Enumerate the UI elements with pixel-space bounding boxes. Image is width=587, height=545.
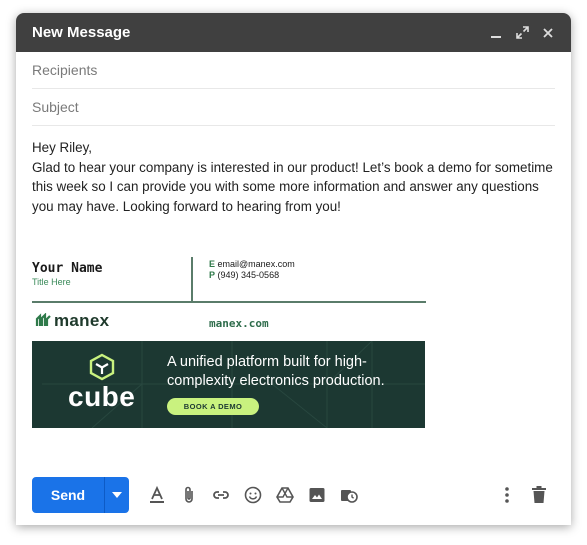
formatting-tools xyxy=(141,479,365,511)
subject-input[interactable] xyxy=(32,99,555,115)
signature-contact: E email@manex.com P (949) 345-0568 xyxy=(209,259,295,281)
book-demo-button[interactable]: BOOK A DEMO xyxy=(167,398,259,415)
window-title: New Message xyxy=(32,24,131,41)
email-label: E xyxy=(209,259,216,269)
recipients-input[interactable] xyxy=(32,62,555,78)
subject-field[interactable] xyxy=(32,89,555,126)
send-options-button[interactable] xyxy=(104,477,129,513)
cube-icon xyxy=(89,353,114,381)
send-button[interactable]: Send xyxy=(32,477,104,513)
close-icon[interactable] xyxy=(537,22,559,44)
schedule-icon[interactable] xyxy=(333,479,365,511)
text-format-icon[interactable] xyxy=(141,479,173,511)
minimize-icon[interactable] xyxy=(485,22,507,44)
signature-company-row: manex manex.com xyxy=(32,303,426,341)
signature-email[interactable]: email@manex.com xyxy=(218,259,295,269)
cube-logo: cube xyxy=(68,353,135,411)
attach-icon[interactable] xyxy=(173,479,205,511)
discard-draft-icon[interactable] xyxy=(523,479,555,511)
photo-icon[interactable] xyxy=(301,479,333,511)
signature-header: Your Name Title Here E email@manex.com P… xyxy=(32,257,426,303)
message-greeting: Hey Riley, xyxy=(32,140,93,155)
caret-down-icon xyxy=(112,492,122,498)
compose-window: New Message Hey Riley, Glad to hear your… xyxy=(16,13,571,525)
email-signature: Your Name Title Here E email@manex.com P… xyxy=(32,257,426,428)
drive-icon[interactable] xyxy=(269,479,301,511)
signature-phone: (949) 345-0568 xyxy=(217,270,280,280)
compose-titlebar: New Message xyxy=(16,13,571,52)
signature-name: Your Name xyxy=(32,261,103,276)
cube-wordmark: cube xyxy=(68,381,136,412)
banner-headline: A unified platform built for high-comple… xyxy=(167,354,385,389)
message-text: Glad to hear your company is interested … xyxy=(32,159,553,214)
phone-label: P xyxy=(209,270,216,280)
emoji-icon[interactable] xyxy=(237,479,269,511)
manex-logo-icon xyxy=(35,313,51,326)
link-icon[interactable] xyxy=(205,479,237,511)
recipients-field[interactable] xyxy=(32,52,555,89)
compose-toolbar: Send xyxy=(32,477,555,513)
more-options-icon[interactable] xyxy=(491,479,523,511)
signature-website[interactable]: manex.com xyxy=(209,317,269,330)
cube-banner[interactable]: cube A unified platform built for high-c… xyxy=(32,341,425,428)
expand-icon[interactable] xyxy=(511,22,533,44)
signature-divider xyxy=(191,257,193,301)
company-name: manex xyxy=(54,311,110,330)
manex-logo: manex xyxy=(35,311,109,331)
message-body[interactable]: Hey Riley, Glad to hear your company is … xyxy=(32,138,555,216)
send-button-group: Send xyxy=(32,477,129,513)
signature-title: Title Here xyxy=(32,277,71,287)
